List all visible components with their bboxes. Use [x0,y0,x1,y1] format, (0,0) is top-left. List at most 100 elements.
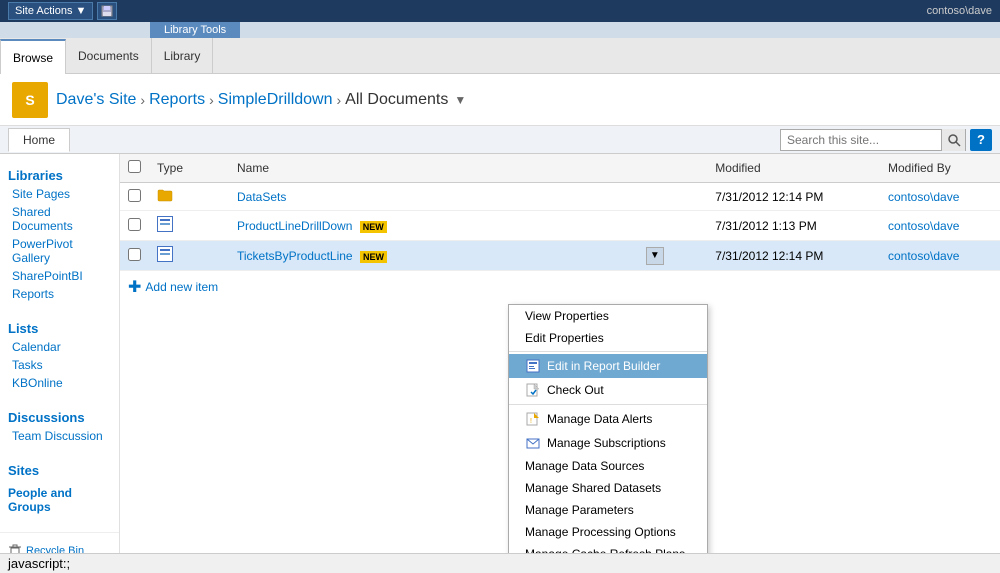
sidebar-section-people: People and Groups [0,484,119,516]
context-manage-subscriptions-label: Manage Subscriptions [547,436,666,450]
context-menu: View Properties Edit Properties Edit in … [508,304,708,553]
context-shared-datasets-label: Manage Shared Datasets [525,481,661,495]
tab-home[interactable]: Home [8,128,70,152]
col-header-spacer [638,154,707,183]
breadcrumb-reports[interactable]: Reports [149,91,205,109]
content-area: Type Name Modified Modified By [120,154,1000,553]
context-edit-properties[interactable]: Edit Properties [509,327,707,349]
sidebar-item-team-discussion[interactable]: Team Discussion [0,427,119,445]
new-badge-2: NEW [360,221,387,233]
ribbon-tabs: Browse Browse Documents Library [0,38,1000,74]
col-header-check [120,154,149,183]
site-icon-svg: S [18,88,42,112]
context-edit-properties-label: Edit Properties [525,331,604,345]
context-cache-label: Manage Cache Refresh Plans [525,547,685,553]
modby-link-2[interactable]: contoso\dave [888,219,959,233]
breadcrumb-site[interactable]: Dave's Site [56,91,136,109]
sidebar-item-reports[interactable]: Reports [0,285,119,303]
site-actions-label: Site Actions [15,5,72,17]
new-badge-3: NEW [360,251,387,263]
row-checkbox-1[interactable] [128,189,141,202]
doc-link-productline[interactable]: ProductLineDrillDown [237,219,352,233]
sidebar-sites-title: Sites [0,457,119,480]
tab-library[interactable]: Library [152,38,214,73]
site-actions-button[interactable]: Site Actions ▼ [8,2,93,20]
col-header-modified-by: Modified By [880,154,1000,183]
help-button[interactable]: ? [970,129,992,151]
row-dropdown-2 [638,211,707,241]
folder-icon [157,188,173,202]
row-spacer-2 [847,211,880,241]
checkout-icon [525,382,541,398]
context-manage-cache[interactable]: Manage Cache Refresh Plans [509,543,707,553]
modby-link-1[interactable]: contoso\dave [888,190,959,204]
footer-bar: javascript:; [0,553,1000,573]
context-view-properties[interactable]: View Properties [509,305,707,327]
sidebar-item-sharepointbi[interactable]: SharePointBI [0,267,119,285]
row-type-2 [149,211,229,241]
context-view-properties-label: View Properties [525,309,609,323]
ribbon-category-bar: Library Tools [0,22,1000,38]
row-name-1: DataSets [229,183,638,211]
row-check-1 [120,183,149,211]
doc-link-tickets[interactable]: TicketsByProductLine [237,249,353,263]
search-button[interactable] [941,129,965,151]
sidebar-item-powerpivot[interactable]: PowerPivot Gallery [0,235,119,267]
row-dropdown-button[interactable]: ▼ [646,247,664,265]
ribbon-wrapper: Library Tools Browse Browse Documents Li… [0,22,1000,74]
context-manage-alerts[interactable]: ! Manage Data Alerts [509,407,707,431]
sidebar-item-shared-docs[interactable]: Shared Documents [0,203,119,235]
document-list: Type Name Modified Modified By [120,154,1000,271]
sidebar-divider-1 [0,307,119,315]
table-row: ProductLineDrillDown NEW 7/31/2012 1:13 … [120,211,1000,241]
save-icon-button[interactable] [97,2,117,20]
context-manage-subscriptions[interactable]: Manage Subscriptions [509,431,707,455]
context-manage-data-sources[interactable]: Manage Data Sources [509,455,707,477]
doc-link-datasets[interactable]: DataSets [237,190,286,204]
row-modified-1: 7/31/2012 12:14 PM [707,183,847,211]
recycle-icon [8,544,22,553]
sidebar-item-tasks[interactable]: Tasks [0,356,119,374]
sidebar-lists-title: Lists [0,315,119,338]
breadcrumb-drilldown[interactable]: SimpleDrilldown [218,91,333,109]
modby-link-3[interactable]: contoso\dave [888,249,959,263]
row-modby-1: contoso\dave [880,183,1000,211]
sidebar-section-discussions: Discussions Team Discussion [0,404,119,445]
context-parameters-label: Manage Parameters [525,503,634,517]
top-bar: Site Actions ▼ contoso\dave [0,0,1000,22]
context-manage-processing[interactable]: Manage Processing Options [509,521,707,543]
alerts-icon: ! [525,411,541,427]
tab-browse-active[interactable]: Browse [0,39,66,74]
main-layout: Libraries Site Pages Shared Documents Po… [0,154,1000,553]
row-checkbox-2[interactable] [128,218,141,231]
sidebar-item-site-pages[interactable]: Site Pages [0,185,119,203]
context-manage-parameters[interactable]: Manage Parameters [509,499,707,521]
row-checkbox-3[interactable] [128,248,141,261]
library-tools-label: Library Tools [150,22,240,38]
recycle-bin-link[interactable]: Recycle Bin [0,541,119,553]
sidebar-footer: Recycle Bin All Site Content [0,532,119,553]
row-type-1 [149,183,229,211]
sidebar: Libraries Site Pages Shared Documents Po… [0,154,120,553]
sidebar-section-libraries: Libraries Site Pages Shared Documents Po… [0,162,119,303]
row-check-3 [120,241,149,271]
sidebar-item-calendar[interactable]: Calendar [0,338,119,356]
tab-bar: Home ? [0,126,1000,154]
row-check-2 [120,211,149,241]
sidebar-item-kbonline[interactable]: KBOnline [0,374,119,392]
page-header: S Dave's Site › Reports › SimpleDrilldow… [0,74,1000,126]
context-edit-rb-label: Edit in Report Builder [547,359,660,373]
add-new-item[interactable]: ✚ Add new item [120,271,1000,303]
breadcrumb-sep-2: › [209,92,214,108]
search-input[interactable] [781,131,941,149]
context-manage-shared-datasets[interactable]: Manage Shared Datasets [509,477,707,499]
select-all-checkbox[interactable] [128,160,141,173]
row-dropdown-3[interactable]: ▼ [638,241,707,271]
row-dropdown-1 [638,183,707,211]
tab-documents[interactable]: Documents [66,38,152,73]
site-icon: S [12,82,48,118]
breadcrumb: Dave's Site › Reports › SimpleDrilldown … [56,91,466,109]
context-check-out[interactable]: Check Out [509,378,707,402]
breadcrumb-dropdown-arrow[interactable]: ▼ [454,93,466,107]
context-edit-report-builder[interactable]: Edit in Report Builder [509,354,707,378]
